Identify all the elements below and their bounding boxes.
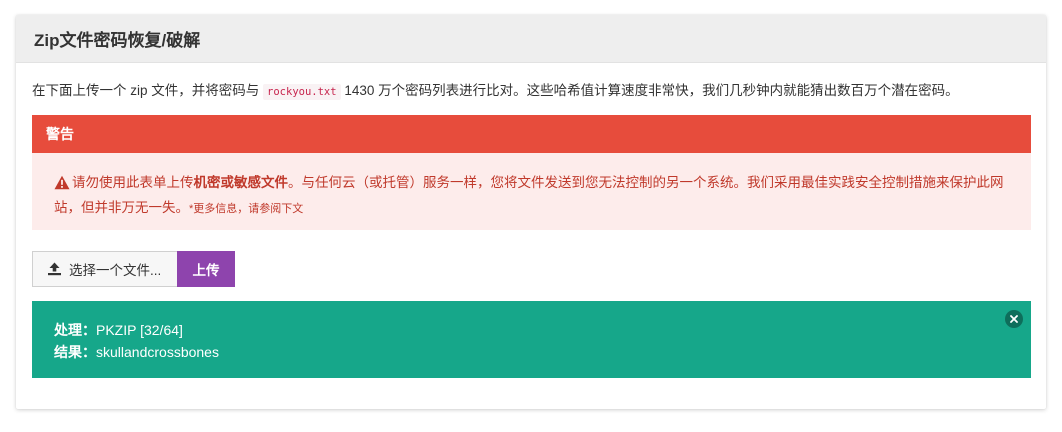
choose-file-label: 选择一个文件... [69,263,162,278]
warning-note: *更多信息，请参阅下文 [189,203,304,215]
result-label: 结果： [54,344,96,360]
intro-before: 在下面上传一个 zip 文件，并将密码与 [32,83,260,98]
wordlist-code: rockyou.txt [263,84,341,100]
intro-text: 在下面上传一个 zip 文件，并将密码与 rockyou.txt 1430 万个… [32,81,959,102]
result-line: 结果：skullandcrossbones [54,341,1009,363]
result-alert: 处理：PKZIP [32/64] 结果：skullandcrossbones [32,301,1031,378]
upload-arrow-icon [48,262,61,276]
process-label: 处理： [54,322,96,338]
card-header: Zip文件密码恢复/破解 [16,15,1046,63]
intro-after: 1430 万个密码列表进行比对。这些哈希值计算速度非常快，我们几秒钟内就能猜出数… [344,83,959,98]
warning-heading: 警告 [32,115,1031,153]
result-value: skullandcrossbones [96,344,219,360]
file-uploader: 选择一个文件... 上传 [32,251,235,287]
warning-text-1: 请勿使用此表单上传 [72,175,194,190]
choose-file-button[interactable]: 选择一个文件... [32,251,177,287]
upload-button[interactable]: 上传 [177,251,235,287]
page-title: Zip文件密码恢复/破解 [34,31,201,50]
warning-text-bold: 机密或敏感文件 [193,175,289,190]
close-icon[interactable] [1005,310,1023,328]
warning-triangle-icon [54,175,70,197]
warning-body: 请勿使用此表单上传机密或敏感文件。与任何云（或托管）服务一样，您将文件发送到您无… [32,153,1031,230]
process-line: 处理：PKZIP [32/64] [54,319,1009,341]
process-value: PKZIP [32/64] [96,322,183,338]
zip-cracker-card: Zip文件密码恢复/破解 在下面上传一个 zip 文件，并将密码与 rockyo… [16,15,1046,409]
